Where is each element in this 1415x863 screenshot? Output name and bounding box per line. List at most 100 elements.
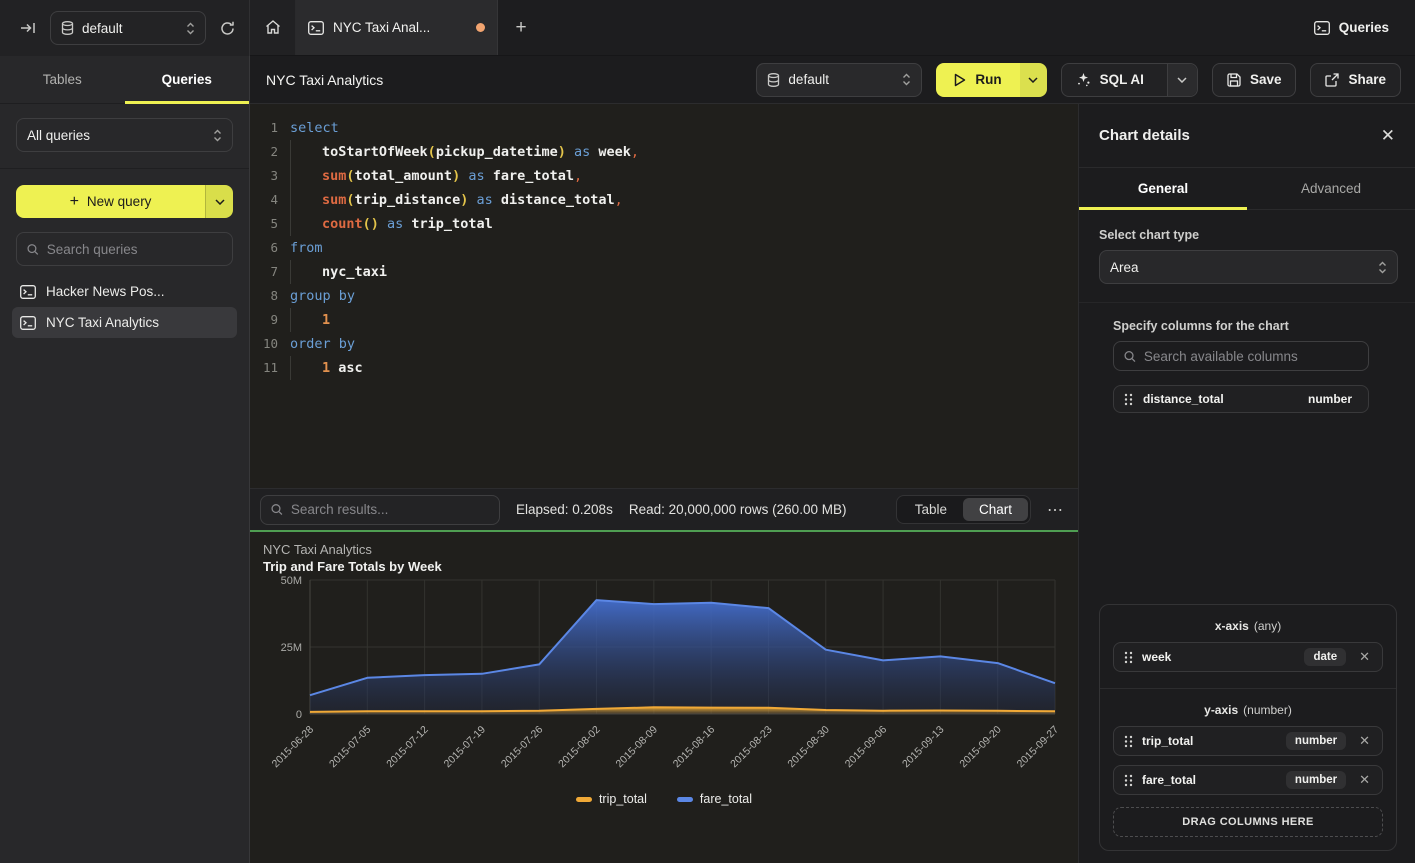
sql-ai-button[interactable]: SQL AI — [1061, 63, 1198, 97]
chevron-updown-icon — [902, 73, 911, 86]
more-options-button[interactable]: ⋯ — [1047, 500, 1064, 520]
app-window: default NYC Taxi Anal... + Quer — [0, 0, 1415, 863]
token-kw: group by — [290, 288, 355, 304]
y-tick-label: 25M — [281, 642, 302, 654]
refresh-button[interactable] — [220, 21, 235, 36]
close-panel-button[interactable]: ✕ — [1381, 126, 1395, 146]
run-database-selector[interactable]: default — [756, 63, 922, 97]
run-options-dropdown[interactable] — [1020, 63, 1047, 97]
remove-column-button[interactable]: ✕ — [1355, 649, 1374, 665]
home-icon — [265, 20, 281, 35]
axis-column-item[interactable]: fare_totalnumber✕ — [1113, 765, 1383, 795]
line-number: 6 — [250, 236, 278, 260]
token-id: nyc_taxi — [322, 264, 387, 280]
y-axis-header: y-axis(number) — [1113, 703, 1383, 717]
indent-guide — [290, 164, 322, 188]
search-queries-input[interactable] — [16, 232, 233, 266]
new-query-main[interactable]: + New query — [16, 185, 205, 218]
columns-section-label: Specify columns for the chart — [1113, 319, 1369, 333]
run-button-main[interactable]: Run — [936, 63, 1019, 97]
column-type: number — [1308, 392, 1358, 406]
drag-handle-icon[interactable] — [1124, 774, 1133, 787]
query-terminal-icon — [20, 285, 36, 299]
drag-handle-icon[interactable] — [1124, 393, 1133, 406]
editor-line: 4sum(trip_distance) as distance_total, — [250, 188, 1078, 212]
chart-details-panel: Chart details ✕ GeneralAdvanced Select c… — [1078, 104, 1415, 863]
view-toggle: TableChart — [896, 495, 1031, 524]
line-number: 7 — [250, 260, 278, 284]
column-type-badge: date — [1304, 648, 1346, 666]
queries-button[interactable]: Queries — [1288, 0, 1415, 55]
axis-column-item[interactable]: weekdate✕ — [1113, 642, 1383, 672]
tab-nyc-taxi-analytics[interactable]: NYC Taxi Anal... — [296, 0, 498, 55]
drag-handle-icon[interactable] — [1124, 735, 1133, 748]
axis-column-item[interactable]: trip_totalnumber✕ — [1113, 726, 1383, 756]
token-num: 1 — [322, 312, 330, 328]
x-axis-header: x-axis(any) — [1113, 619, 1383, 633]
y-axis-hint: (number) — [1243, 703, 1292, 717]
saved-query-item[interactable]: NYC Taxi Analytics — [12, 307, 237, 338]
drag-handle-icon[interactable] — [1124, 651, 1133, 664]
chart-type-selector[interactable]: Area — [1099, 250, 1398, 284]
column-name: fare_total — [1142, 773, 1277, 787]
token-br: () — [363, 216, 379, 232]
token-id: pickup_datetime — [436, 144, 558, 160]
code-text: order by — [290, 332, 355, 356]
sql-ai-main[interactable]: SQL AI — [1062, 64, 1158, 96]
legend-item-fare_total[interactable]: fare_total — [677, 792, 752, 806]
line-number: 2 — [250, 140, 278, 164]
collapse-sidebar-icon — [20, 21, 36, 35]
search-results-field[interactable] — [291, 502, 489, 517]
saved-query-label: NYC Taxi Analytics — [46, 315, 159, 330]
token-br: ( — [428, 144, 436, 160]
drag-columns-drop-zone[interactable]: DRAG COLUMNS HERE — [1113, 807, 1383, 837]
saved-query-item[interactable]: Hacker News Pos... — [12, 276, 237, 307]
save-button[interactable]: Save — [1212, 63, 1297, 97]
token-id: asc — [330, 360, 363, 376]
sql-editor[interactable]: 1select2toStartOfWeek(pickup_datetime) a… — [250, 104, 1078, 488]
share-button[interactable]: Share — [1310, 63, 1401, 97]
sidebar-tab-queries[interactable]: Queries — [125, 56, 250, 103]
editor-line: 111 asc — [250, 356, 1078, 380]
code-text: sum(trip_distance) as distance_total, — [290, 188, 623, 212]
area-chart[interactable]: 025M50M2015-06-282015-07-052015-07-12201… — [250, 574, 1078, 790]
query-filter-value: All queries — [27, 128, 90, 143]
available-column-item[interactable]: distance_totalnumber — [1113, 385, 1369, 413]
view-toggle-table[interactable]: Table — [899, 498, 963, 521]
search-columns-field[interactable] — [1144, 349, 1358, 364]
remove-column-button[interactable]: ✕ — [1355, 733, 1374, 749]
database-icon — [61, 21, 74, 35]
indent-guide — [290, 140, 322, 164]
token-kw: as — [460, 168, 493, 184]
chart-type-value: Area — [1110, 260, 1139, 275]
query-terminal-icon — [308, 21, 324, 35]
chevron-updown-icon — [1378, 261, 1387, 274]
search-results-input[interactable] — [260, 495, 500, 525]
remove-column-button[interactable]: ✕ — [1355, 772, 1374, 788]
collapse-sidebar-button[interactable] — [20, 21, 36, 35]
legend-item-trip_total[interactable]: trip_total — [576, 792, 647, 806]
sidebar-tab-tables[interactable]: Tables — [0, 56, 125, 103]
query-filter-selector[interactable]: All queries — [16, 118, 233, 152]
run-button[interactable]: Run — [936, 63, 1046, 97]
chevron-updown-icon — [213, 129, 222, 142]
sql-ai-dropdown[interactable] — [1167, 64, 1197, 96]
new-tab-button[interactable]: + — [498, 0, 544, 55]
panel-tab-advanced[interactable]: Advanced — [1247, 168, 1415, 209]
view-toggle-chart[interactable]: Chart — [963, 498, 1028, 521]
new-query-dropdown[interactable] — [205, 185, 233, 218]
search-columns-input[interactable] — [1113, 341, 1369, 371]
home-tab[interactable] — [250, 0, 296, 55]
run-database-value: default — [788, 72, 829, 87]
search-queries-field[interactable] — [47, 242, 222, 257]
token-br: ( — [346, 168, 354, 184]
panel-tab-general[interactable]: General — [1079, 168, 1247, 209]
search-icon — [27, 243, 39, 256]
token-fn: sum — [322, 168, 346, 184]
x-axis-items: weekdate✕ — [1113, 642, 1383, 672]
token-kw: as — [379, 216, 412, 232]
database-selector[interactable]: default — [50, 11, 206, 45]
code-text: 1 — [290, 308, 330, 332]
new-query-button[interactable]: + New query — [16, 185, 233, 218]
unsaved-changes-dot — [476, 23, 485, 32]
